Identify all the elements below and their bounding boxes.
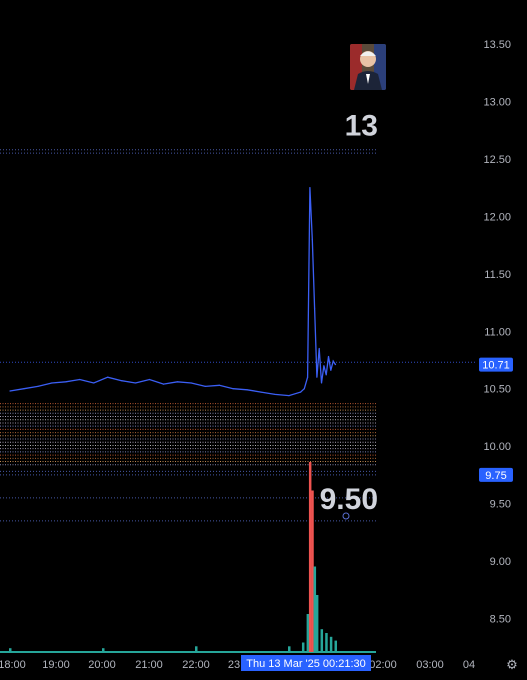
- volume-bar: [308, 462, 312, 652]
- price-point: [204, 385, 206, 388]
- volume-bar: [329, 636, 333, 652]
- price-point: [323, 365, 325, 367]
- price-point: [37, 385, 39, 388]
- price-point: [303, 388, 305, 390]
- x-tick-label: 04: [463, 659, 475, 671]
- y-tick-label: 10.00: [483, 441, 511, 453]
- y-axis: 13.50 13.00 12.50 12.00 11.50 11.00 10.50 10.00…: [483, 39, 511, 626]
- price-point: [288, 394, 290, 397]
- y-tick-label: 13.50: [483, 39, 511, 51]
- y-tick-label: 8.50: [490, 614, 511, 626]
- price-point: [316, 376, 318, 378]
- x-axis: 18:00 19:00 20:00 21:00 22:00 23 02:00 03:00 04: [0, 659, 475, 671]
- price-point: [327, 355, 330, 358]
- volume-bar: [313, 566, 317, 652]
- price-point: [313, 307, 316, 309]
- x-tick-label: 02:00: [369, 659, 397, 671]
- y-tick-label: 13.00: [483, 96, 511, 108]
- price-point: [176, 381, 178, 383]
- price-point: [79, 378, 81, 381]
- price-point: [260, 391, 262, 393]
- x-tick-label: 03:00: [416, 659, 444, 671]
- price-point: [309, 187, 311, 189]
- price-point: [311, 238, 313, 240]
- price-point: [330, 369, 332, 371]
- y-tick-label: 12.00: [483, 211, 511, 223]
- price-line: [9, 187, 337, 397]
- price-chart[interactable]: 13 9.50 13.50 13.00 12.50 12.00 11.50 11.00 10.…: [0, 0, 527, 680]
- y-tick-label: 9.50: [490, 499, 511, 511]
- volume-bar: [9, 648, 12, 652]
- gear-icon[interactable]: ⚙: [505, 658, 519, 672]
- price-point: [325, 374, 327, 376]
- price-point: [232, 388, 234, 390]
- volume-bar: [288, 646, 291, 652]
- price-point: [320, 382, 323, 384]
- volume-bar: [320, 629, 324, 652]
- x-tick-label: 19:00: [42, 659, 70, 671]
- price-point: [300, 391, 302, 393]
- y-tick-label: 12.50: [483, 154, 511, 166]
- price-point: [121, 380, 123, 382]
- big-label-1: 9.50: [320, 483, 378, 516]
- price-point: [162, 383, 165, 385]
- volume-bar: [301, 642, 305, 652]
- volume-bar: [334, 640, 337, 652]
- volume-bar: [306, 614, 310, 652]
- y-tick-label: 11.50: [484, 269, 511, 281]
- price-point: [218, 384, 220, 386]
- big-label-0: 13: [345, 109, 378, 142]
- x-tick-label: 22:00: [182, 659, 210, 671]
- price-point: [134, 382, 137, 384]
- level-tag: 9.75: [485, 470, 506, 482]
- last-price-tag: 10.71: [482, 360, 510, 372]
- price-point: [93, 382, 95, 384]
- price-point: [65, 381, 67, 383]
- volume-bar: [315, 595, 319, 652]
- y-tick-label: 11.00: [484, 326, 511, 338]
- price-point: [23, 388, 25, 390]
- volume-bar: [195, 646, 198, 652]
- price-point: [246, 389, 248, 391]
- y-tick-label: 10.50: [483, 384, 511, 396]
- price-point: [318, 347, 320, 350]
- x-tick-label: 23: [228, 659, 240, 671]
- crosshair-label: Thu 13 Mar '25 00:21:30: [246, 658, 366, 670]
- price-point: [307, 376, 309, 378]
- price-point: [148, 378, 151, 381]
- volume-bar: [102, 648, 105, 652]
- portrait-avatar: [350, 44, 386, 90]
- price-band: [0, 403, 376, 466]
- price-point: [9, 390, 11, 392]
- price-point: [51, 382, 53, 384]
- x-tick-label: 18:00: [0, 659, 26, 671]
- price-point: [107, 376, 109, 378]
- x-tick-label: 21:00: [135, 659, 163, 671]
- volume-bar: [311, 490, 314, 652]
- volume-bar: [325, 633, 328, 652]
- x-tick-label: 20:00: [88, 659, 116, 671]
- price-point: [190, 382, 192, 384]
- price-series: [9, 187, 350, 520]
- price-point: [334, 363, 337, 366]
- y-tick-label: 9.00: [490, 556, 511, 568]
- price-point: [332, 360, 334, 362]
- price-point: [274, 393, 276, 396]
